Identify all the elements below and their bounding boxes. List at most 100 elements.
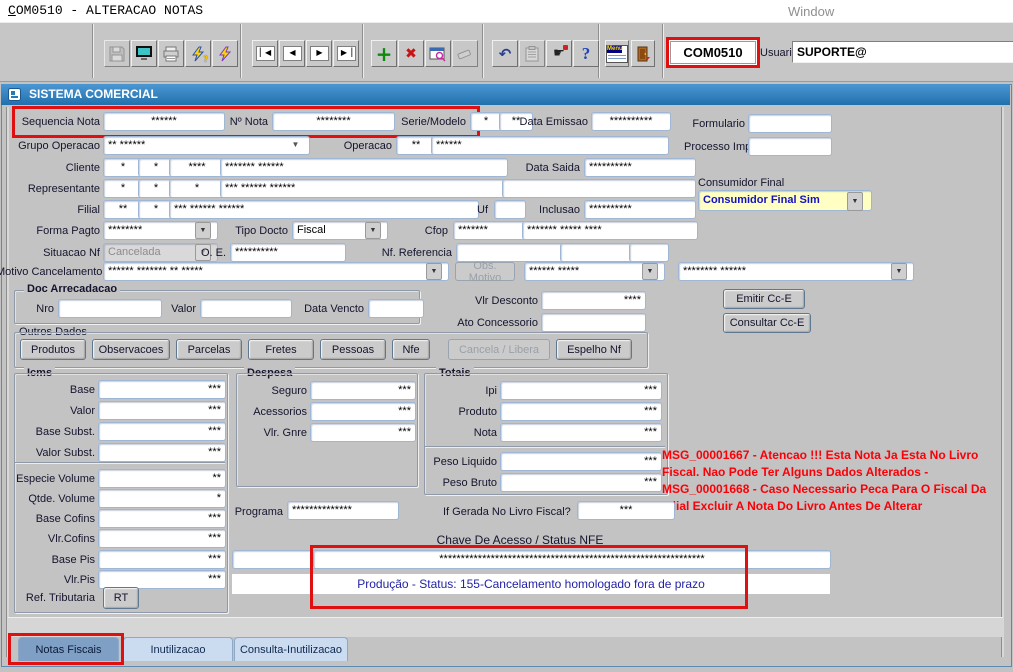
tab-inutilizacao[interactable]: Inutilizacao [123,637,233,661]
produto-field[interactable]: *** [500,402,662,421]
chave-prefix-field[interactable] [232,550,318,569]
icms-base-subst-field[interactable]: *** [98,422,226,441]
processo-imp-field[interactable] [748,137,832,156]
ref-tributaria-label: Ref. Tributaria [14,592,95,604]
chevron-down-icon[interactable]: ▼ [891,263,907,280]
peso-liquido-field[interactable]: *** [500,452,662,471]
icms-valor-field[interactable]: *** [98,401,226,420]
seguro-field[interactable]: *** [310,381,416,400]
acessorios-field[interactable]: *** [310,402,416,421]
next-record-button[interactable]: ▶ [306,40,332,67]
undo-button[interactable]: ↶ [492,40,518,67]
vlr-gnre-field[interactable]: *** [310,423,416,442]
print-button[interactable] [158,40,184,67]
oe-field[interactable]: ********** [230,243,346,262]
nfe-button[interactable]: Nfe [392,339,430,360]
grupo-operacao-combo[interactable]: ** ****** [103,136,310,155]
fretes-button[interactable]: Fretes [248,339,314,360]
lock-record-button[interactable]: ☛ [546,40,572,67]
vlr-desconto-field[interactable]: **** [541,291,646,310]
operacao-code-field[interactable]: ** [396,136,436,155]
menu-button[interactable]: Menu [605,40,629,67]
observacoes-button[interactable]: Observacoes [92,339,170,360]
ato-concessorio-label: Ato Concessorio [446,317,538,329]
cliente-field-1[interactable]: * [103,158,143,177]
delete-record-button[interactable]: ✖ [398,40,424,67]
icms-valor-subst-field[interactable]: *** [98,443,226,462]
representante-field-1[interactable]: * [103,179,143,198]
cliente-nome-field[interactable]: ******* ****** [220,158,508,177]
help-button[interactable]: ? [573,40,599,67]
nf-referencia-field-2[interactable] [560,243,634,262]
cfop-field[interactable]: ******* [453,221,527,240]
menu-window[interactable]: Window [788,4,834,19]
nro-nota-field[interactable]: ******** [272,112,395,131]
first-record-button[interactable]: ▏◀ [252,40,278,67]
filial-field-1[interactable]: ** [103,200,143,219]
rt-button[interactable]: RT [103,587,139,609]
serie-field[interactable]: * [470,112,502,131]
chevron-down-icon[interactable]: ▼ [288,138,303,151]
parcelas-button[interactable]: Parcelas [176,339,242,360]
chevron-down-icon[interactable]: ▼ [365,222,381,239]
screen-button[interactable] [131,40,157,67]
consultar-cce-button[interactable]: Consultar Cc-E [723,313,811,333]
icms-base-label: Base [14,384,95,396]
operacao-desc-field[interactable]: ****** [431,136,669,155]
printer-icon [162,46,180,62]
query-button[interactable] [425,40,451,67]
base-pis-field[interactable]: *** [98,550,226,569]
espelho-nf-button[interactable]: Espelho Nf [556,339,632,360]
motivo-cancelamento-combo[interactable]: ****** ******* ** ***** [103,262,449,281]
peso-bruto-field[interactable]: *** [500,473,662,492]
doc-valor-field[interactable] [200,299,292,318]
ipi-field[interactable]: *** [500,381,662,400]
filial-nome-field[interactable]: *** ****** ****** [169,200,479,219]
emitir-cce-button[interactable]: Emitir Cc-E [723,289,805,309]
user-field[interactable]: SUPORTE@ [792,41,1013,63]
doc-nro-field[interactable] [58,299,162,318]
icms-base-field[interactable]: *** [98,380,226,399]
nf-referencia-field-3[interactable] [629,243,669,262]
produtos-button[interactable]: Produtos [20,339,86,360]
tab-notas-fiscais[interactable]: Notas Fiscais [18,637,119,661]
doc-data-vencto-field[interactable] [368,299,424,318]
data-emissao-field[interactable]: ********** [591,112,671,131]
ato-concessorio-field[interactable] [541,313,646,332]
add-record-button[interactable]: + [371,40,397,67]
sequencia-nota-field[interactable]: ****** [103,112,225,131]
formulario-field[interactable] [748,114,832,133]
execute-query-button[interactable]: ? [185,40,211,67]
chevron-down-icon[interactable]: ▼ [195,222,211,239]
representante-extra-field[interactable] [502,179,696,198]
previous-record-button[interactable]: ◀ [279,40,305,67]
motivo-extra-combo[interactable]: ******** ****** [678,262,914,281]
pessoas-button[interactable]: Pessoas [320,339,386,360]
especie-volume-field[interactable]: ** [98,469,226,488]
run-button[interactable] [212,40,238,67]
qtde-volume-field[interactable]: * [98,489,226,508]
nota-field[interactable]: *** [500,423,662,442]
cliente-field-3[interactable]: **** [169,158,225,177]
chevron-down-icon[interactable]: ▼ [642,263,658,280]
data-saida-field[interactable]: ********** [584,158,696,177]
vlr-cofins-field[interactable]: *** [98,529,226,548]
chave-acesso-field[interactable]: ****************************************… [313,550,831,569]
base-cofins-field[interactable]: *** [98,509,226,528]
chevron-down-icon[interactable]: ▼ [847,192,863,211]
programa-field[interactable]: ************** [287,501,399,520]
chevron-down-icon[interactable]: ▼ [426,263,442,280]
peso-bruto-label: Peso Bruto [420,477,497,489]
tab-consulta-inutilizacao[interactable]: Consulta-Inutilizacao [234,637,348,661]
icms-valor-subst-label: Valor Subst. [14,447,95,459]
consumidor-final-combo[interactable]: Consumidor Final Sim [698,190,872,211]
inclusao-field[interactable]: ********** [584,200,696,219]
cfop-desc-field[interactable]: ******* ***** **** [522,221,698,240]
icms-valor-label: Valor [14,405,95,417]
last-record-button[interactable]: ▶▕ [333,40,359,67]
representante-field-3[interactable]: * [169,179,225,198]
representante-nome-field[interactable]: *** ****** ****** [220,179,508,198]
if-gerada-field[interactable]: *** [577,501,675,520]
exit-button[interactable] [631,40,655,67]
cancela-libera-button: Cancela / Libera [448,339,550,360]
